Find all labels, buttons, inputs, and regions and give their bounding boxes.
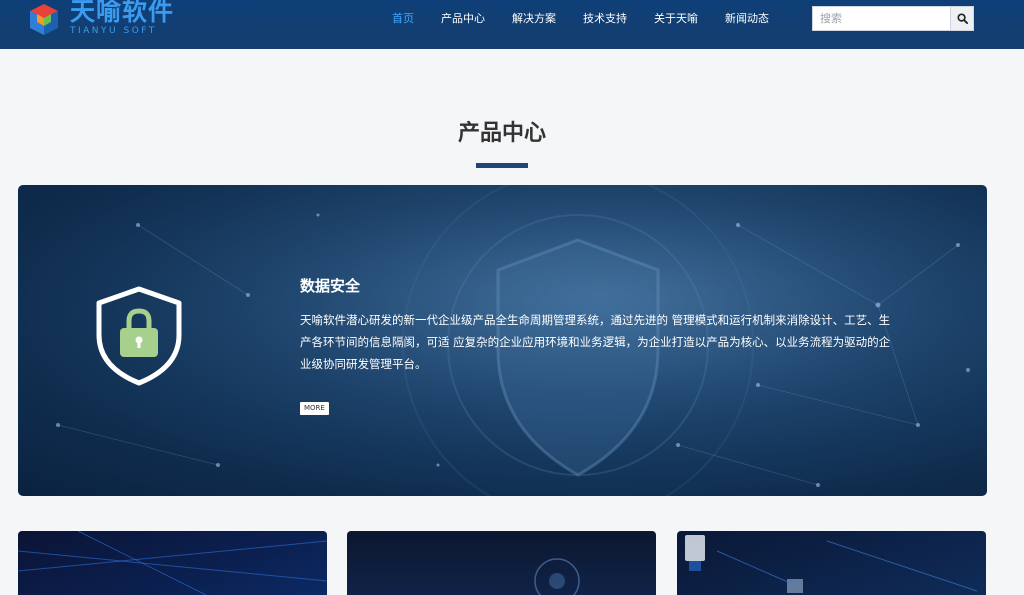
title-underline <box>476 163 528 168</box>
logo-subtitle: TIANYU SOFT <box>70 25 157 36</box>
nav-item-support[interactable]: 技术支持 <box>583 10 627 26</box>
more-button[interactable]: MORE <box>300 402 329 415</box>
nav-item-solutions[interactable]: 解决方案 <box>512 10 556 26</box>
nav-item-about[interactable]: 关于天喻 <box>654 10 698 26</box>
logo-text: 天喻软件 TIANYU SOFT <box>70 0 174 36</box>
banner-heading: 数据安全 <box>300 277 361 295</box>
product-card[interactable] <box>347 531 656 595</box>
card-image <box>534 558 580 595</box>
search-icon <box>956 13 968 24</box>
search-input[interactable] <box>812 6 950 31</box>
section-title: 产品中心 <box>457 121 546 146</box>
nav-item-home[interactable]: 首页 <box>392 10 414 26</box>
product-card[interactable] <box>677 531 986 595</box>
search-button[interactable] <box>950 6 974 31</box>
card-image <box>685 535 978 593</box>
product-card[interactable] <box>18 531 327 595</box>
banner-description: 天喻软件潜心研发的新一代企业级产品全生命周期管理系统，通过先进的 管理模式和运行… <box>300 313 891 371</box>
nav-item-news[interactable]: 新闻动态 <box>725 10 769 26</box>
logo-cube-icon <box>26 2 62 38</box>
top-header: 天喻软件 TIANYU SOFT 首页 产品中心 解决方案 技术支持 关于天喻 … <box>0 0 1024 49</box>
nav-item-products[interactable]: 产品中心 <box>441 10 485 26</box>
search-box <box>812 6 974 31</box>
logo[interactable]: 天喻软件 TIANYU SOFT <box>26 0 174 40</box>
shield-lock-icon <box>93 285 185 391</box>
card-image <box>18 531 327 595</box>
logo-name: 天喻软件 <box>70 0 175 26</box>
product-banner[interactable]: 数据安全 天喻软件潜心研发的新一代企业级产品全生命周期管理系统，通过先进的 管理… <box>18 185 987 496</box>
main-nav: 首页 产品中心 解决方案 技术支持 关于天喻 新闻动态 <box>392 0 796 36</box>
